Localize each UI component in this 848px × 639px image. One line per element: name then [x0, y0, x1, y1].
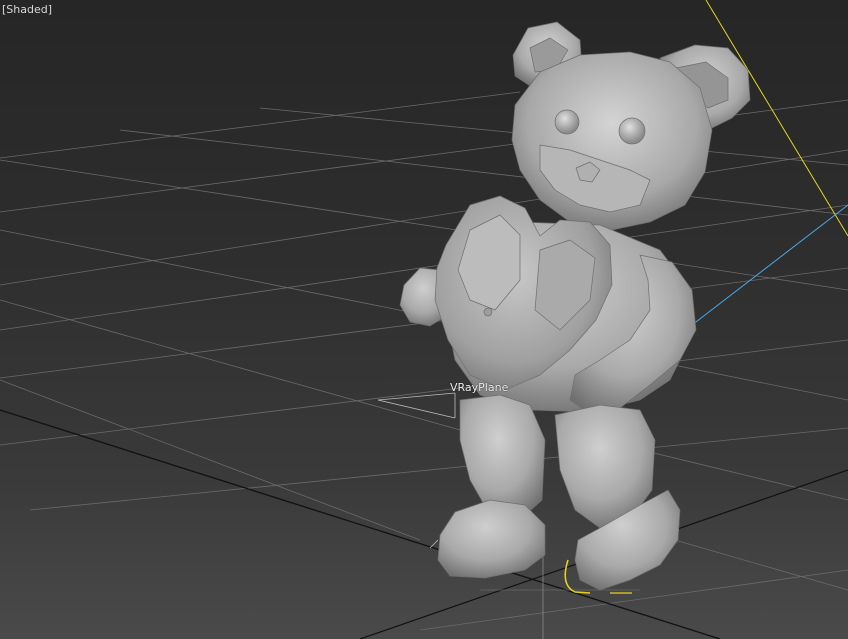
teddy-bear-model — [399, 21, 751, 591]
bear-left-eye — [554, 109, 580, 135]
home-grid — [0, 91, 848, 631]
bear-right-eye — [618, 117, 646, 145]
viewport-shading-label[interactable]: [Shaded] — [2, 3, 52, 16]
viewport-canvas[interactable] — [0, 0, 848, 639]
3d-viewport[interactable]: [Shaded] VRayPlane — [0, 0, 848, 639]
object-name-label: VRayPlane — [450, 381, 509, 394]
